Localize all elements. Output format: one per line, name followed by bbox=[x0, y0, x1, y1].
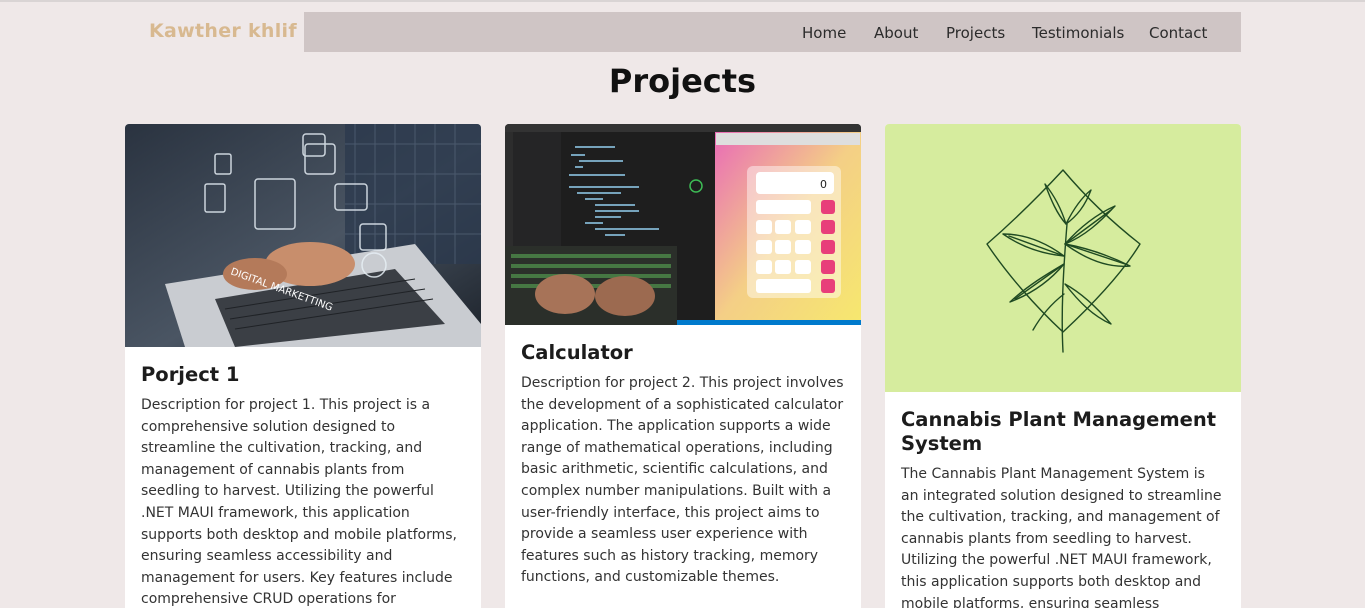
project-title-1: Porject 1 bbox=[141, 363, 240, 386]
project-title-2: Calculator bbox=[521, 341, 633, 364]
project-image-1: DIGITAL MARKETTING bbox=[125, 124, 481, 347]
nav-projects[interactable]: Projects bbox=[946, 24, 1005, 42]
project-title-3: Cannabis Plant Management System bbox=[901, 408, 1217, 455]
nav-about[interactable]: About bbox=[874, 24, 918, 42]
project-card-2: 0 Calculator Description for project 2. … bbox=[505, 124, 861, 608]
nav-contact[interactable]: Contact bbox=[1149, 24, 1207, 42]
navbar: Home About Projects Testimonials Contact bbox=[304, 12, 1241, 52]
top-border bbox=[0, 0, 1365, 2]
project-description-3: The Cannabis Plant Management System is … bbox=[901, 466, 1222, 608]
calculator-display-text: 0 bbox=[820, 178, 827, 191]
project-description-2: Description for project 2. This project … bbox=[521, 375, 844, 586]
project-card-3: Cannabis Plant Management System The Can… bbox=[885, 124, 1241, 608]
project-image-2: 0 bbox=[505, 124, 861, 325]
nav-home[interactable]: Home bbox=[802, 24, 846, 42]
nav-testimonials[interactable]: Testimonials bbox=[1032, 24, 1124, 42]
project-description-1: Description for project 1. This project … bbox=[141, 397, 458, 608]
section-title: Projects bbox=[608, 62, 757, 100]
project-image-3 bbox=[885, 124, 1241, 392]
brand-logo[interactable]: Kawther khlif bbox=[149, 20, 297, 42]
project-card-1: DIGITAL MARKETTING Porject 1 Description… bbox=[125, 124, 481, 608]
